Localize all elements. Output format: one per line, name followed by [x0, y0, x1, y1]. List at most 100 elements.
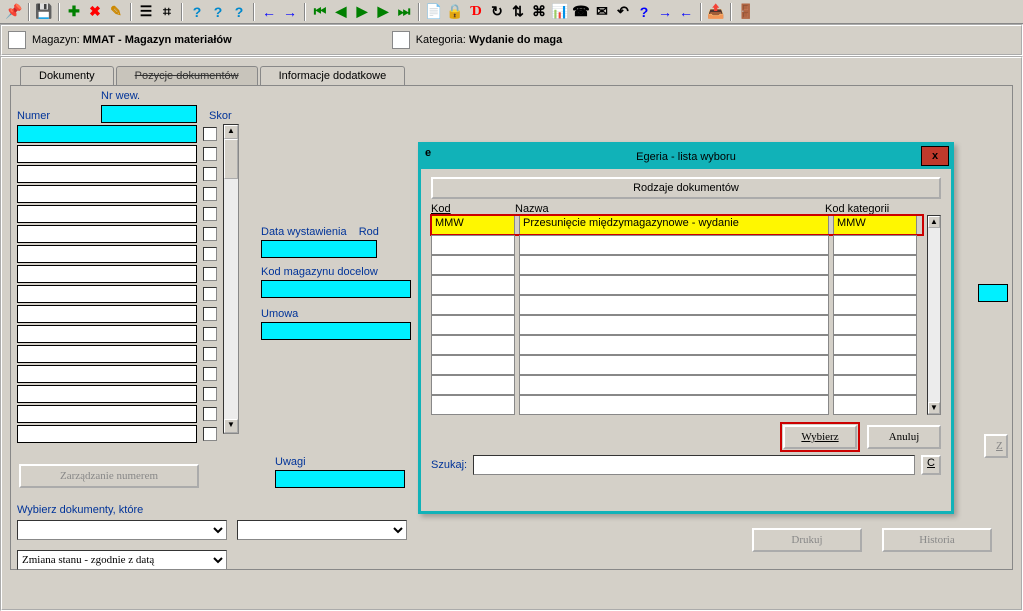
- export-icon[interactable]: 📤: [706, 2, 726, 22]
- skor-chk-11[interactable]: [203, 347, 217, 361]
- numer-input-10[interactable]: [17, 325, 197, 343]
- numer-input-2[interactable]: [17, 165, 197, 183]
- org-icon[interactable]: ⌗: [157, 2, 177, 22]
- next-icon[interactable]: ▶: [373, 2, 393, 22]
- numer-input-0[interactable]: [17, 125, 197, 143]
- skor-chk-2[interactable]: [203, 167, 217, 181]
- tab-info[interactable]: Informacje dodatkowe: [260, 66, 406, 86]
- filter-combo-2[interactable]: [237, 520, 407, 540]
- grid-row[interactable]: [431, 335, 923, 355]
- anuluj-button[interactable]: Anuluj: [867, 425, 941, 449]
- szukaj-input[interactable]: [473, 455, 915, 475]
- doc-icon[interactable]: 📄: [424, 2, 444, 22]
- chart-icon[interactable]: 📊: [550, 2, 570, 22]
- zarzadzanie-numerem-button[interactable]: Zarządzanie numerem: [19, 464, 199, 488]
- skor-chk-8[interactable]: [203, 287, 217, 301]
- exit-icon[interactable]: 🚪: [736, 2, 756, 22]
- save-icon[interactable]: 💾: [34, 2, 54, 22]
- add-row-icon[interactable]: ✚: [64, 2, 84, 22]
- grid-row[interactable]: [431, 235, 923, 255]
- tree2-icon[interactable]: ⌘: [529, 2, 549, 22]
- numer-input-5[interactable]: [17, 225, 197, 243]
- edit-row-icon[interactable]: ✎: [106, 2, 126, 22]
- c-button[interactable]: C: [921, 455, 941, 475]
- numer-input-8[interactable]: [17, 285, 197, 303]
- numer-input-6[interactable]: [17, 245, 197, 263]
- skor-chk-14[interactable]: [203, 407, 217, 421]
- numer-input-1[interactable]: [17, 145, 197, 163]
- skor-chk-3[interactable]: [203, 187, 217, 201]
- pin-icon[interactable]: 📌: [4, 2, 24, 22]
- prev-icon[interactable]: ◀: [331, 2, 351, 22]
- dialog-titlebar[interactable]: e Egeria - lista wyboru x: [421, 145, 951, 169]
- undo-q-icon[interactable]: ↶: [613, 2, 633, 22]
- numer-input-14[interactable]: [17, 405, 197, 423]
- arrow-l-icon[interactable]: ←: [676, 2, 696, 22]
- question-icon[interactable]: ?: [634, 2, 654, 22]
- help-rec-icon[interactable]: ?: [229, 2, 249, 22]
- grid-row[interactable]: [431, 395, 923, 415]
- dup-rec-icon[interactable]: ?: [208, 2, 228, 22]
- sort-icon[interactable]: ⇅: [508, 2, 528, 22]
- numer-input-11[interactable]: [17, 345, 197, 363]
- right-cyan-peek[interactable]: [978, 284, 1008, 302]
- grid-row[interactable]: [431, 295, 923, 315]
- numer-input-4[interactable]: [17, 205, 197, 223]
- mail-icon[interactable]: ✉: [592, 2, 612, 22]
- arrow-r-icon[interactable]: →: [655, 2, 675, 22]
- first-icon[interactable]: ⏮: [310, 2, 330, 22]
- numer-input-12[interactable]: [17, 365, 197, 383]
- letter-d-icon[interactable]: Ɗ: [466, 2, 486, 22]
- grid-row[interactable]: [431, 355, 923, 375]
- skor-chk-4[interactable]: [203, 207, 217, 221]
- phone-icon[interactable]: ☎: [571, 2, 591, 22]
- filter-combo-1[interactable]: [17, 520, 227, 540]
- skor-chk-13[interactable]: [203, 387, 217, 401]
- skor-chk-12[interactable]: [203, 367, 217, 381]
- grid-row[interactable]: [431, 275, 923, 295]
- refresh-icon[interactable]: ↻: [487, 2, 507, 22]
- play-icon[interactable]: ▶: [352, 2, 372, 22]
- nr-wew-input[interactable]: [101, 105, 197, 123]
- skor-chk-5[interactable]: [203, 227, 217, 241]
- dialog-header-button[interactable]: Rodzaje dokumentów: [431, 177, 941, 199]
- grid-row-selected[interactable]: MMW Przesunięcie międzymagazynowe - wyda…: [431, 215, 923, 235]
- numer-input-7[interactable]: [17, 265, 197, 283]
- drukuj-button[interactable]: Drukuj: [752, 528, 862, 552]
- copy-rec-icon[interactable]: ?: [187, 2, 207, 22]
- back-icon[interactable]: ←: [259, 2, 279, 22]
- tree-icon[interactable]: ☰: [136, 2, 156, 22]
- numer-scroll[interactable]: ▲ ▼: [223, 124, 239, 434]
- skor-chk-0[interactable]: [203, 127, 217, 141]
- grid-row[interactable]: [431, 375, 923, 395]
- skor-chk-1[interactable]: [203, 147, 217, 161]
- grid-row[interactable]: [431, 315, 923, 335]
- skor-chk-15[interactable]: [203, 427, 217, 441]
- umowa-input[interactable]: [261, 322, 411, 340]
- skor-chk-9[interactable]: [203, 307, 217, 321]
- numer-input-3[interactable]: [17, 185, 197, 203]
- last-icon[interactable]: ⏭: [394, 2, 414, 22]
- del-row-icon[interactable]: ✖: [85, 2, 105, 22]
- numer-input-15[interactable]: [17, 425, 197, 443]
- z-button[interactable]: Z: [984, 434, 1008, 458]
- lock-icon[interactable]: 🔒: [445, 2, 465, 22]
- skor-chk-10[interactable]: [203, 327, 217, 341]
- zmiana-stanu-combo[interactable]: Zmiana stanu - zgodnie z datą: [17, 550, 227, 570]
- magazyn-picker[interactable]: [8, 31, 26, 49]
- col-kod[interactable]: Kod: [431, 203, 515, 215]
- dialog-scroll[interactable]: ▲ ▼: [927, 215, 941, 415]
- data-wyst-input[interactable]: [261, 240, 377, 258]
- close-icon[interactable]: x: [921, 146, 949, 166]
- kategoria-picker[interactable]: [392, 31, 410, 49]
- historia-button[interactable]: Historia: [882, 528, 992, 552]
- numer-input-13[interactable]: [17, 385, 197, 403]
- wybierz-button[interactable]: Wybierz: [783, 425, 857, 449]
- grid-row[interactable]: [431, 255, 923, 275]
- tab-pozycje[interactable]: Pozycje dokumentów: [116, 66, 258, 86]
- fwd-icon[interactable]: →: [280, 2, 300, 22]
- skor-chk-7[interactable]: [203, 267, 217, 281]
- numer-input-9[interactable]: [17, 305, 197, 323]
- skor-chk-6[interactable]: [203, 247, 217, 261]
- uwagi-input[interactable]: [275, 470, 405, 488]
